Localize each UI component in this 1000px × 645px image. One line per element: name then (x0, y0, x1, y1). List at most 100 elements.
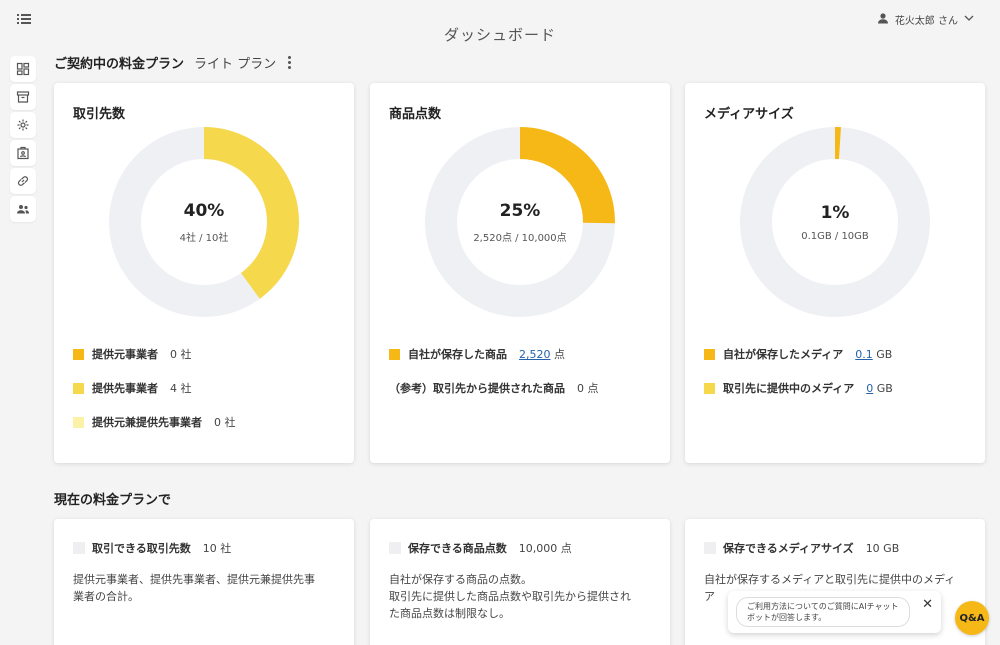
legend-name: 自社が保存した商品 (408, 348, 507, 361)
donut-center: 25% 2,520点 / 10,000点 (425, 127, 615, 317)
description-line: 自社が保存する商品の点数。 (389, 573, 532, 586)
plan-card-marker (389, 542, 401, 554)
donut-center: 40% 4社 / 10社 (109, 127, 299, 317)
usage-label: 2,520点 / 10,000点 (473, 232, 567, 244)
donut-center: 1% 0.1GB / 10GB (740, 127, 930, 317)
chevron-down-icon (964, 14, 974, 25)
card-products: 商品点数 25% 2,520点 / 10,000点 自社が保存した商品 2,52… (370, 83, 670, 463)
legend-name: 提供元事業者 (92, 348, 158, 361)
plan-card-value: 10 社 (202, 542, 232, 555)
archive-icon (16, 91, 30, 103)
chatbot-message: ご利用方法についてのご質問にAIチャット ボットが回答します。 (736, 597, 910, 627)
sidebar-item-dashboard[interactable] (10, 56, 36, 82)
usage-label: 4社 / 10社 (179, 232, 229, 244)
card-partners: 取引先数 40% 4社 / 10社 提供元事業者 0 社 提供先事業者 4 社 … (54, 83, 354, 463)
user-name: 花火太郎 さん (894, 16, 958, 27)
legend-item: 自社が保存した商品 2,520 点 (389, 346, 565, 362)
legend-swatch (704, 382, 715, 394)
qa-chat-button[interactable]: Q&A (955, 601, 989, 635)
description-line: 取引先に提供した商品点数や取引先から提供され (389, 590, 631, 603)
more-options-icon[interactable] (288, 56, 292, 69)
plan-card-header: 取引できる取引先数 10 社 (73, 540, 231, 556)
legend-value: 0 (214, 416, 221, 429)
close-icon[interactable]: ✕ (922, 597, 933, 612)
legend-unit: 点 (587, 382, 599, 395)
plan-card-name: 保存できる商品点数 (408, 542, 507, 555)
users-icon (17, 205, 29, 214)
sidebar-item-link[interactable] (10, 168, 36, 194)
dashboard-icon (16, 62, 30, 76)
percent-label: 25% (499, 200, 541, 221)
link-icon (17, 176, 29, 186)
plan-header: ご契約中の料金プラン ライト プラン (54, 53, 292, 72)
top-bar: ダッシュボード 花火太郎 さん (0, 0, 1000, 48)
legend-item: 提供先事業者 4 社 (73, 380, 192, 396)
plan-card-value: 10 GB (865, 541, 900, 555)
legend-value-link[interactable]: 0 (866, 382, 873, 395)
plan-card-header: 保存できる商品点数 10,000 点 (389, 540, 572, 556)
chatbot-message-line: ボットが回答します。 (747, 613, 827, 622)
page-title: ダッシュボード (443, 26, 556, 44)
plan-card-description: 自社が保存する商品の点数。 取引先に提供した商品点数や取引先から提供され た商品… (389, 571, 631, 622)
usage-label: 0.1GB / 10GB (801, 230, 869, 242)
legend-unit: GB (876, 381, 893, 395)
description-line: 業者の合計。 (73, 590, 139, 603)
legend-name: 提供先事業者 (92, 382, 158, 395)
card-media: メディアサイズ 1% 0.1GB / 10GB 自社が保存したメディア 0.1 … (685, 83, 985, 463)
plan-card-marker (73, 542, 85, 554)
legend-item: 提供元事業者 0 社 (73, 346, 192, 362)
sidebar-item-users[interactable] (10, 196, 36, 222)
legend-swatch (704, 348, 715, 360)
legend-unit: 社 (180, 348, 192, 361)
legend-swatch (73, 382, 84, 394)
settings-icon (17, 119, 29, 131)
plan-card-value: 10,000 点 (518, 542, 572, 555)
sidebar-item-badge[interactable] (10, 140, 36, 166)
legend-unit: GB (876, 347, 893, 361)
plan-value: ライト プラン (194, 57, 277, 72)
legend-unit: 社 (224, 416, 236, 429)
card-title: 商品点数 (389, 107, 442, 122)
legend-value: 0 (577, 382, 584, 395)
legend-item: 取引先に提供中のメディア 0 GB (704, 380, 893, 396)
description-line: 提供元事業者、提供先事業者、提供元兼提供先事 (73, 573, 315, 586)
legend-name: 取引先に提供中のメディア (723, 382, 855, 395)
legend-unit: 社 (180, 382, 192, 395)
card-title: メディアサイズ (704, 107, 794, 122)
plan-card-marker (704, 542, 716, 554)
legend-item: （参考）取引先から提供された商品 0 点 (389, 380, 599, 396)
user-icon (877, 12, 889, 27)
legend-item: 自社が保存したメディア 0.1 GB (704, 346, 892, 362)
plan-card-header: 保存できるメディアサイズ 10 GB (704, 540, 899, 556)
plan-card-partners: 取引できる取引先数 10 社 提供元事業者、提供先事業者、提供元兼提供先事 業者… (54, 519, 354, 645)
badge-icon (17, 146, 29, 160)
legend-swatch (73, 416, 84, 428)
legend-item: 提供元兼提供先事業者 0 社 (73, 414, 236, 430)
card-title: 取引先数 (73, 107, 126, 122)
legend-value-link[interactable]: 0.1 (855, 348, 873, 361)
legend-name: 提供元兼提供先事業者 (92, 416, 202, 429)
percent-label: 40% (183, 200, 225, 221)
sidebar (10, 56, 36, 224)
plan-card-name: 取引できる取引先数 (92, 542, 191, 555)
chatbot-message-line: ご利用方法についてのご質問にAIチャット (747, 602, 899, 611)
sidebar-item-settings[interactable] (10, 112, 36, 138)
description-line: た商品点数は制限なし。 (389, 607, 510, 620)
legend-name: （参考）取引先から提供された商品 (389, 382, 565, 395)
sidebar-item-archive[interactable] (10, 84, 36, 110)
plan-card-products: 保存できる商品点数 10,000 点 自社が保存する商品の点数。 取引先に提供し… (370, 519, 670, 645)
plan-card-description: 提供元事業者、提供先事業者、提供元兼提供先事 業者の合計。 (73, 571, 315, 605)
legend-swatch (73, 348, 84, 360)
section-title: 現在の料金プランで (54, 493, 172, 508)
plan-label: ご契約中の料金プラン (54, 57, 185, 72)
legend-unit: 点 (554, 348, 565, 361)
legend-swatch (389, 348, 400, 360)
legend-value: 0 (170, 348, 177, 361)
percent-label: 1% (820, 202, 850, 223)
description-line: 自社が保存するメディアと取引先に提供中のメディ (704, 573, 956, 586)
legend-name: 自社が保存したメディア (723, 348, 844, 361)
chatbot-popup: ご利用方法についてのご質問にAIチャット ボットが回答します。 ✕ (728, 591, 941, 633)
user-menu[interactable]: 花火太郎 さん (877, 12, 974, 27)
legend-value-link[interactable]: 2,520 (519, 348, 551, 361)
legend-value: 4 (170, 382, 177, 395)
